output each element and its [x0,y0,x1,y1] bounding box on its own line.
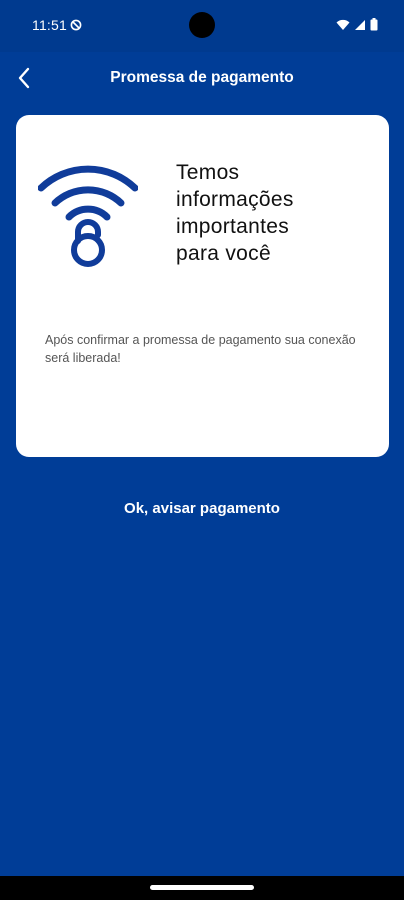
page-title: Promessa de pagamento [110,69,294,86]
info-card: Temos informações importantes para você … [16,115,389,457]
battery-icon [370,18,378,31]
card-body-text: Após confirmar a promessa de pagamento s… [45,333,356,365]
status-icons [336,18,378,31]
home-indicator[interactable] [150,885,254,890]
screen: 11:51 Promessa de pagamento Temos inform… [0,0,404,900]
confirm-payment-button[interactable]: Ok, avisar pagamento [0,495,404,523]
wifi-lock-icon [38,165,138,267]
navigation-bar [0,876,404,900]
wifi-icon [336,19,350,30]
status-bar: 11:51 [0,0,404,52]
camera-cutout [189,12,215,38]
status-time: 11:51 [32,17,67,33]
card-heading: Temos informações importantes para você [176,161,294,265]
signal-icon [355,19,365,30]
app-bar: Promessa de pagamento [0,52,404,108]
do-not-disturb-icon [70,19,82,31]
